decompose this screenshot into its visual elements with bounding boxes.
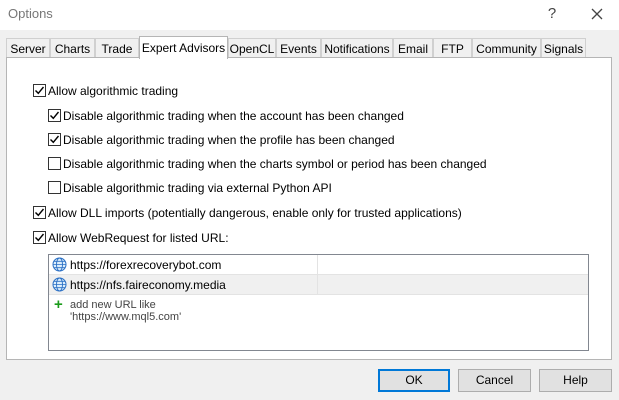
disable-on-profile-change-checkbox[interactable]: [48, 133, 61, 146]
tab-signals[interactable]: Signals: [541, 38, 586, 58]
cancel-button[interactable]: Cancel: [458, 369, 531, 392]
tab-events[interactable]: Events: [276, 38, 321, 58]
help-button[interactable]: Help: [539, 369, 612, 392]
tab-charts[interactable]: Charts: [50, 38, 95, 58]
column-divider: [317, 275, 318, 294]
tab-community[interactable]: Community: [472, 38, 541, 58]
disable-on-symbol-change-label: Disable algorithmic trading when the cha…: [63, 157, 487, 171]
plus-icon: +: [54, 296, 63, 313]
url-text: https://forexrecoverybot.com: [70, 258, 222, 272]
disable-on-account-change-label: Disable algorithmic trading when the acc…: [63, 109, 404, 123]
allow-algo-trading-checkbox[interactable]: [33, 84, 46, 97]
close-icon[interactable]: [587, 4, 607, 24]
disable-python-api-checkbox[interactable]: [48, 181, 61, 194]
column-divider: [317, 255, 318, 274]
url-text: https://nfs.faireconomy.media: [70, 278, 226, 292]
url-list[interactable]: https://forexrecoverybot.com https://nfs…: [48, 254, 589, 351]
globe-icon: [52, 277, 67, 292]
ok-button[interactable]: OK: [378, 369, 450, 392]
tab-opencl[interactable]: OpenCL: [228, 38, 276, 58]
add-url-label: add new URL like 'https://www.mql5.com': [70, 299, 182, 323]
allow-dll-imports-checkbox[interactable]: [33, 206, 46, 219]
disable-on-profile-change-label: Disable algorithmic trading when the pro…: [63, 133, 395, 147]
disable-on-symbol-change-checkbox[interactable]: [48, 157, 61, 170]
disable-python-api-label: Disable algorithmic trading via external…: [63, 181, 332, 195]
tab-expert-advisors[interactable]: Expert Advisors: [139, 36, 228, 59]
expert-advisors-panel: Allow algorithmic trading Disable algori…: [6, 57, 612, 360]
tab-notifications[interactable]: Notifications: [321, 38, 393, 58]
help-icon[interactable]: ?: [542, 4, 562, 24]
allow-dll-imports-label: Allow DLL imports (potentially dangerous…: [48, 206, 462, 220]
tab-email[interactable]: Email: [393, 38, 433, 58]
url-list-item[interactable]: https://forexrecoverybot.com: [49, 255, 588, 275]
disable-on-account-change-checkbox[interactable]: [48, 109, 61, 122]
allow-webrequest-label: Allow WebRequest for listed URL:: [48, 231, 229, 245]
title-bar: Options ?: [0, 0, 619, 30]
url-list-item[interactable]: https://nfs.faireconomy.media: [49, 275, 588, 295]
tab-ftp[interactable]: FTP: [433, 38, 472, 58]
allow-algo-trading-label: Allow algorithmic trading: [48, 84, 179, 98]
tab-server[interactable]: Server: [6, 38, 50, 58]
window-title: Options: [8, 6, 53, 21]
globe-icon: [52, 257, 67, 272]
allow-webrequest-checkbox[interactable]: [33, 231, 46, 244]
tab-trade[interactable]: Trade: [95, 38, 139, 58]
